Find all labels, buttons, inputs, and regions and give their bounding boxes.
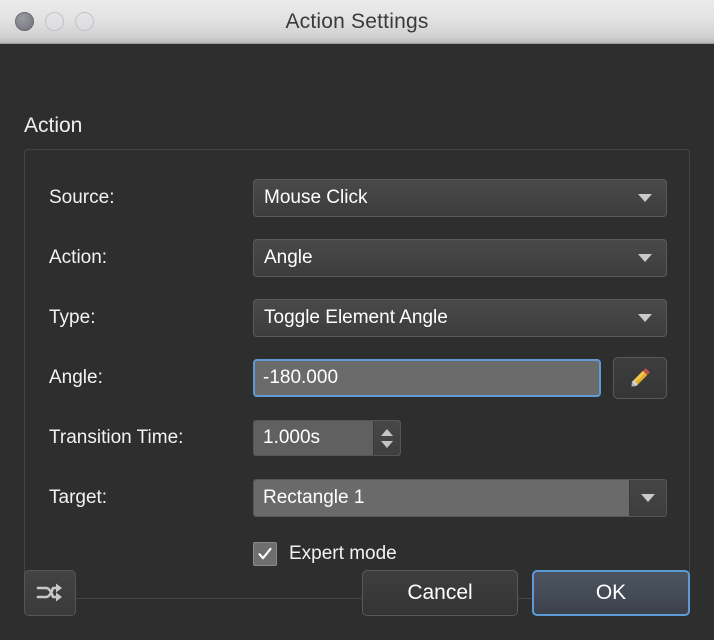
row-transition-time: Transition Time: 1.000s xyxy=(25,418,689,458)
transition-time-spinbox[interactable]: 1.000s xyxy=(253,420,401,456)
source-value: Mouse Click xyxy=(264,187,368,208)
dialog-content: Action Source: Mouse Click Action: Angle xyxy=(0,44,714,640)
spinner-down-icon[interactable] xyxy=(381,440,393,448)
shuffle-arrows-icon xyxy=(36,583,62,602)
row-angle: Angle: -180.000 xyxy=(25,357,689,399)
action-settings-dialog: Action Settings Action Source: Mouse Cli… xyxy=(0,0,714,640)
action-dropdown[interactable]: Angle xyxy=(253,239,667,277)
action-group-box: Source: Mouse Click Action: Angle Type: … xyxy=(24,149,690,599)
type-value: Toggle Element Angle xyxy=(264,307,448,328)
chevron-down-icon xyxy=(638,254,652,262)
angle-value: -180.000 xyxy=(263,367,339,388)
row-source: Source: Mouse Click xyxy=(25,178,689,218)
row-action: Action: Angle xyxy=(25,238,689,278)
type-dropdown[interactable]: Toggle Element Angle xyxy=(253,299,667,337)
title-bar: Action Settings xyxy=(0,0,714,44)
target-value[interactable]: Rectangle 1 xyxy=(254,480,629,516)
dialog-footer: Cancel OK xyxy=(0,556,714,640)
action-value: Angle xyxy=(264,247,313,268)
pencil-icon xyxy=(631,368,650,387)
chevron-down-icon xyxy=(641,494,655,502)
cancel-button[interactable]: Cancel xyxy=(362,570,518,616)
angle-edit-button[interactable] xyxy=(613,357,667,399)
type-label: Type: xyxy=(49,307,96,328)
action-label: Action: xyxy=(49,247,108,268)
window-controls xyxy=(15,12,94,31)
angle-input[interactable]: -180.000 xyxy=(253,359,601,397)
spinner-up-icon[interactable] xyxy=(381,428,393,436)
angle-label: Angle: xyxy=(49,367,103,388)
target-label: Target: xyxy=(49,487,108,508)
close-button[interactable] xyxy=(15,12,34,31)
shuffle-button[interactable] xyxy=(24,570,76,616)
target-dropdown-button[interactable] xyxy=(629,480,666,516)
row-target: Target: Rectangle 1 xyxy=(25,478,689,518)
transition-time-label: Transition Time: xyxy=(49,427,184,448)
chevron-down-icon xyxy=(638,314,652,322)
window-title: Action Settings xyxy=(285,9,429,33)
transition-time-value: 1.000s xyxy=(263,427,321,448)
source-dropdown[interactable]: Mouse Click xyxy=(253,179,667,217)
section-title: Action xyxy=(24,114,83,137)
arrow-head-bottom xyxy=(56,592,62,602)
row-type: Type: Toggle Element Angle xyxy=(25,298,689,338)
target-combobox[interactable]: Rectangle 1 xyxy=(253,479,667,517)
ok-button[interactable]: OK xyxy=(532,570,690,616)
maximize-button[interactable] xyxy=(75,12,94,31)
spinbox-buttons[interactable] xyxy=(373,421,400,455)
minimize-button[interactable] xyxy=(45,12,64,31)
source-label: Source: xyxy=(49,187,115,208)
chevron-down-icon xyxy=(638,194,652,202)
arrow-head-top xyxy=(56,583,62,593)
